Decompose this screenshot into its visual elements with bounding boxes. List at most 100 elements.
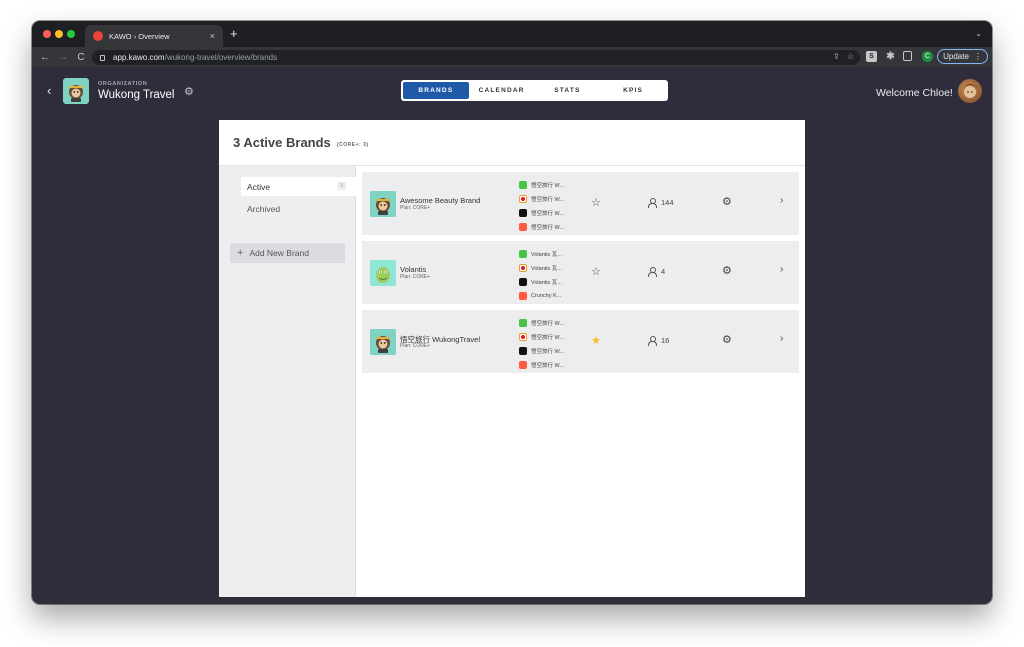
channel-wechat: 悟空旅行 W... xyxy=(519,178,579,192)
channel-name: 悟空旅行 W... xyxy=(531,225,565,231)
chevron-right-icon[interactable]: › xyxy=(780,195,783,206)
brand-row[interactable]: Volantis Plan: CORE+ Volantis 瓦... Volan… xyxy=(362,241,799,304)
org-label: ORGANIZATION xyxy=(98,81,148,87)
douyin-icon xyxy=(519,278,527,286)
omnibox-actions: ⇪ ☆ xyxy=(833,52,854,61)
close-window-button[interactable] xyxy=(43,30,51,38)
tab-stats[interactable]: STATS xyxy=(535,82,601,99)
extensions-puzzle-icon[interactable]: ✱ xyxy=(885,51,896,62)
brand-logo xyxy=(370,191,396,217)
brand-row[interactable]: 悟空旅行 WukongTravel Plan: CORE+ 悟空旅行 W... … xyxy=(362,310,799,373)
tab-search-chevron-icon[interactable]: ⌄ xyxy=(975,29,982,38)
wechat-icon xyxy=(519,250,527,258)
channel-name: Volantis 瓦... xyxy=(531,266,562,272)
weibo-icon xyxy=(519,333,527,341)
tab-calendar[interactable]: CALENDAR xyxy=(469,82,535,99)
user-avatar[interactable] xyxy=(958,79,982,103)
url-host: app.kawo.com xyxy=(113,53,165,62)
channel-douyin: 悟空旅行 W... xyxy=(519,344,579,358)
channel-douyin: Volantis 瓦... xyxy=(519,275,579,289)
member-count[interactable]: 4 xyxy=(648,267,666,277)
brand-row[interactable]: Awesome Beauty Brand Plan: CORE+ 悟空旅行 W.… xyxy=(362,172,799,235)
chevron-right-icon[interactable]: › xyxy=(780,333,783,344)
channel-name: Crunchy K... xyxy=(531,293,562,299)
kawo-favicon-icon xyxy=(93,31,103,41)
bookmark-star-icon[interactable]: ☆ xyxy=(847,52,854,61)
side-panel-icon[interactable] xyxy=(903,51,912,61)
back-arrow-icon[interactable]: ← xyxy=(36,52,54,63)
tab-strip: KAWO › Overview × + ⌄ xyxy=(32,21,992,47)
brand-name: Volantis xyxy=(400,265,427,274)
channel-wechat: 悟空旅行 W... xyxy=(519,316,579,330)
sidebar-item-label: Active xyxy=(247,181,271,192)
tab-kpis[interactable]: KPIS xyxy=(600,82,666,99)
brand-plan: Plan: CORE+ xyxy=(400,205,431,211)
browser-window: KAWO › Overview × + ⌄ ← → C app.kawo.com… xyxy=(32,21,992,604)
plan-summary: (CORE+: 3) xyxy=(337,142,369,148)
channel-douyin: 悟空旅行 W... xyxy=(519,206,579,220)
xiaohongshu-icon xyxy=(519,223,527,231)
forward-arrow-icon[interactable]: → xyxy=(54,52,72,63)
main-nav-tabs: BRANDS CALENDAR STATS KPIS xyxy=(401,80,668,101)
favorite-star-icon[interactable]: ★ xyxy=(591,334,601,347)
new-tab-button[interactable]: + xyxy=(230,27,238,40)
welcome-text: Welcome Chloe! xyxy=(876,87,953,99)
extension-s-icon[interactable]: S xyxy=(866,51,877,62)
reload-icon[interactable]: C xyxy=(72,52,90,63)
org-logo xyxy=(63,78,89,104)
chevron-right-icon[interactable]: › xyxy=(780,264,783,275)
sidebar-item-archived[interactable]: Archived xyxy=(241,199,356,218)
minimize-window-button[interactable] xyxy=(55,30,63,38)
channel-name: 悟空旅行 W... xyxy=(531,335,565,341)
member-count[interactable]: 16 xyxy=(648,336,670,346)
lock-icon xyxy=(100,54,105,61)
channel-name: Volantis 瓦... xyxy=(531,252,562,258)
brand-settings-gear-icon[interactable]: ⚙ xyxy=(722,195,732,208)
channel-list: 悟空旅行 W... 悟空旅行 W... 悟空旅行 W... 悟空旅行 W... xyxy=(519,178,579,234)
member-count-value: 4 xyxy=(661,267,666,276)
weibo-icon xyxy=(519,195,527,203)
update-label: Update xyxy=(943,52,969,61)
sidebar-item-active[interactable]: Active 3 xyxy=(241,177,356,196)
profile-avatar[interactable]: C xyxy=(922,51,933,62)
brand-settings-gear-icon[interactable]: ⚙ xyxy=(722,264,732,277)
update-button[interactable]: Update ⋮ xyxy=(937,49,988,64)
plus-icon: + xyxy=(237,247,244,259)
channel-name: 悟空旅行 W... xyxy=(531,211,565,217)
person-icon xyxy=(648,336,657,346)
tab-title: KAWO › Overview xyxy=(109,31,170,41)
tab-close-icon[interactable]: × xyxy=(210,31,215,41)
org-name: Wukong Travel xyxy=(98,89,175,101)
brand-name: Awesome Beauty Brand xyxy=(400,196,481,205)
add-new-brand-button[interactable]: + Add New Brand xyxy=(230,243,345,263)
channel-weibo: 悟空旅行 W... xyxy=(519,192,579,206)
browser-toolbar: ← → C app.kawo.com/wukong-travel/overvie… xyxy=(32,47,992,67)
favorite-star-icon[interactable]: ☆ xyxy=(591,265,601,278)
channel-name: Volantis 瓦... xyxy=(531,280,562,286)
channel-weibo: Volantis 瓦... xyxy=(519,261,579,275)
brand-logo xyxy=(370,260,396,286)
wechat-icon xyxy=(519,181,527,189)
brand-plan: Plan: CORE+ xyxy=(400,343,431,349)
channel-list: Volantis 瓦... Volantis 瓦... Volantis 瓦..… xyxy=(519,247,579,303)
maximize-window-button[interactable] xyxy=(67,30,75,38)
member-count-value: 16 xyxy=(661,336,670,345)
back-chevron-icon[interactable]: ‹ xyxy=(47,83,51,98)
channel-xiaohongshu: Crunchy K... xyxy=(519,289,579,303)
address-bar[interactable]: app.kawo.com/wukong-travel/overview/bran… xyxy=(92,50,860,65)
channel-wechat: Volantis 瓦... xyxy=(519,247,579,261)
more-vert-icon: ⋮ xyxy=(973,52,982,61)
org-settings-gear-icon[interactable]: ⚙ xyxy=(184,85,194,98)
xiaohongshu-icon xyxy=(519,292,527,300)
member-count[interactable]: 144 xyxy=(648,198,674,208)
active-count-badge: 3 xyxy=(337,182,346,190)
favorite-star-icon[interactable]: ☆ xyxy=(591,196,601,209)
share-icon[interactable]: ⇪ xyxy=(833,52,840,61)
browser-tab-kawo[interactable]: KAWO › Overview × xyxy=(85,25,223,47)
channel-xiaohongshu: 悟空旅行 W... xyxy=(519,220,579,234)
brand-settings-gear-icon[interactable]: ⚙ xyxy=(722,333,732,346)
brand-plan: Plan: CORE+ xyxy=(400,274,431,280)
tab-brands[interactable]: BRANDS xyxy=(403,82,469,99)
channel-name: 悟空旅行 W... xyxy=(531,183,565,189)
brand-logo xyxy=(370,329,396,355)
